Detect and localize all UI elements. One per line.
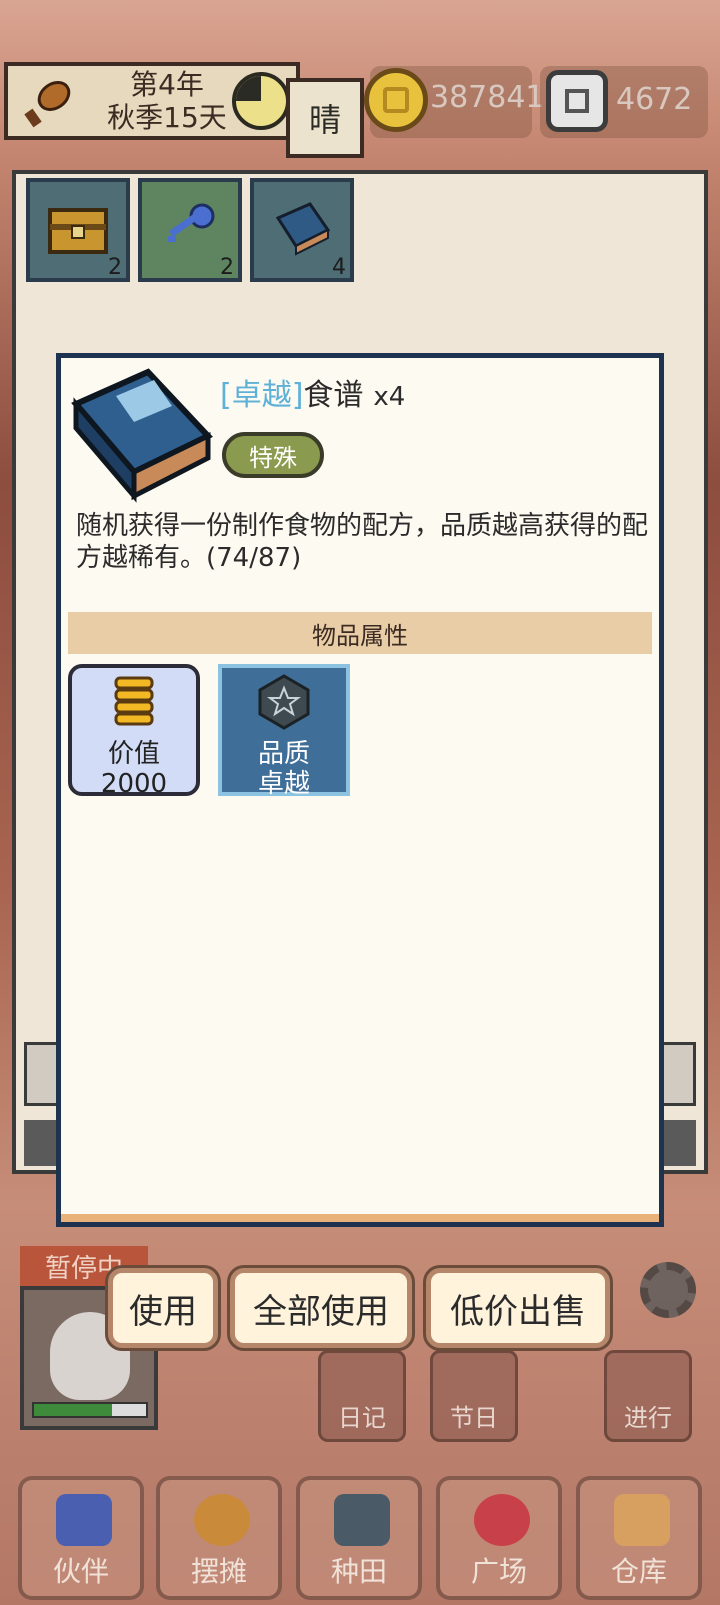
tab-label: 摆摊 xyxy=(190,1555,247,1588)
inventory-slot-chest[interactable]: 2 xyxy=(26,178,130,282)
gear-icon[interactable] xyxy=(640,1262,696,1318)
proceed-label: 进行 xyxy=(624,1404,672,1432)
proceed-button[interactable]: 进行 xyxy=(604,1350,692,1442)
recipe-book-icon xyxy=(275,202,331,256)
stamina-bar xyxy=(32,1402,148,1418)
item-description: 随机获得一份制作食物的配方，品质越高获得的配方越稀有。(74/87) xyxy=(76,511,649,573)
diary-button[interactable]: 日记 xyxy=(318,1350,406,1442)
slot-count: 2 xyxy=(108,255,122,280)
treasure-chest-icon xyxy=(48,208,108,254)
flower-icon xyxy=(474,1494,530,1546)
quality-label: [卓越] xyxy=(220,378,304,413)
attributes-section-header: 物品属性 xyxy=(68,612,652,654)
use-button[interactable]: 使用 xyxy=(108,1268,218,1348)
slot-count: 2 xyxy=(220,255,234,280)
slot-count: 4 xyxy=(332,255,346,280)
coin-stack-icon xyxy=(114,676,154,726)
watering-can-icon xyxy=(334,1494,390,1546)
sell-cheap-button[interactable]: 低价出售 xyxy=(426,1268,610,1348)
attribute-label: 价值 xyxy=(107,739,160,769)
partners-icon xyxy=(56,1494,112,1546)
use-all-button[interactable]: 全部使用 xyxy=(230,1268,412,1348)
date-panel: 第4年 秋季15天 xyxy=(4,62,300,140)
attribute-quality: 品质 卓越 xyxy=(218,664,350,799)
coin-icon xyxy=(364,68,428,132)
tab-stall[interactable]: 摆摊 xyxy=(156,1476,282,1600)
coin-value: 387841 xyxy=(430,80,545,115)
tab-partners[interactable]: 伙伴 xyxy=(18,1476,144,1600)
year-label: 第4年 xyxy=(130,68,204,101)
tab-warehouse[interactable]: 仓库 xyxy=(576,1476,702,1600)
date-text: 第4年 秋季15天 xyxy=(102,68,232,134)
quality-badge-icon xyxy=(258,674,310,730)
tab-label: 种田 xyxy=(330,1555,387,1588)
dialog-bottom-edge xyxy=(61,1214,659,1222)
clock-icon xyxy=(232,72,290,130)
season-day-label: 秋季15天 xyxy=(107,101,227,134)
tab-label: 仓库 xyxy=(610,1555,667,1588)
stall-icon xyxy=(194,1494,250,1546)
weather-label: 晴 xyxy=(308,101,341,139)
inventory-slot-book[interactable]: 4 xyxy=(250,178,354,282)
attribute-value: 价值 2000 xyxy=(68,664,200,799)
gem-icon xyxy=(546,70,608,132)
weather-indicator: 晴 xyxy=(286,78,364,158)
attribute-number: 卓越 xyxy=(257,769,310,799)
festival-label: 节日 xyxy=(450,1404,498,1432)
section-title: 物品属性 xyxy=(312,621,408,650)
item-name: 食谱 xyxy=(303,378,364,413)
recipe-book-icon xyxy=(71,368,213,503)
sell-cheap-label: 低价出售 xyxy=(450,1291,586,1332)
tab-label: 伙伴 xyxy=(52,1555,109,1588)
tag-label: 特殊 xyxy=(249,443,297,472)
house-icon xyxy=(614,1494,670,1546)
gem-value: 4672 xyxy=(616,82,693,117)
festival-button[interactable]: 节日 xyxy=(430,1350,518,1442)
diary-label: 日记 xyxy=(338,1404,386,1432)
key-icon xyxy=(168,203,215,242)
item-title: [卓越]食谱 x4 xyxy=(220,370,405,414)
use-label: 使用 xyxy=(129,1291,197,1332)
tab-plaza[interactable]: 广场 xyxy=(436,1476,562,1600)
use-all-label: 全部使用 xyxy=(253,1291,389,1332)
attribute-number: 2000 xyxy=(100,769,168,799)
item-count: x4 xyxy=(373,382,406,412)
inventory-slot-key[interactable]: 2 xyxy=(138,178,242,282)
item-type-tag: 特殊 xyxy=(222,432,324,478)
wand-icon xyxy=(24,81,71,128)
tab-farming[interactable]: 种田 xyxy=(296,1476,422,1600)
attribute-label: 品质 xyxy=(257,739,310,769)
tab-label: 广场 xyxy=(470,1555,527,1588)
